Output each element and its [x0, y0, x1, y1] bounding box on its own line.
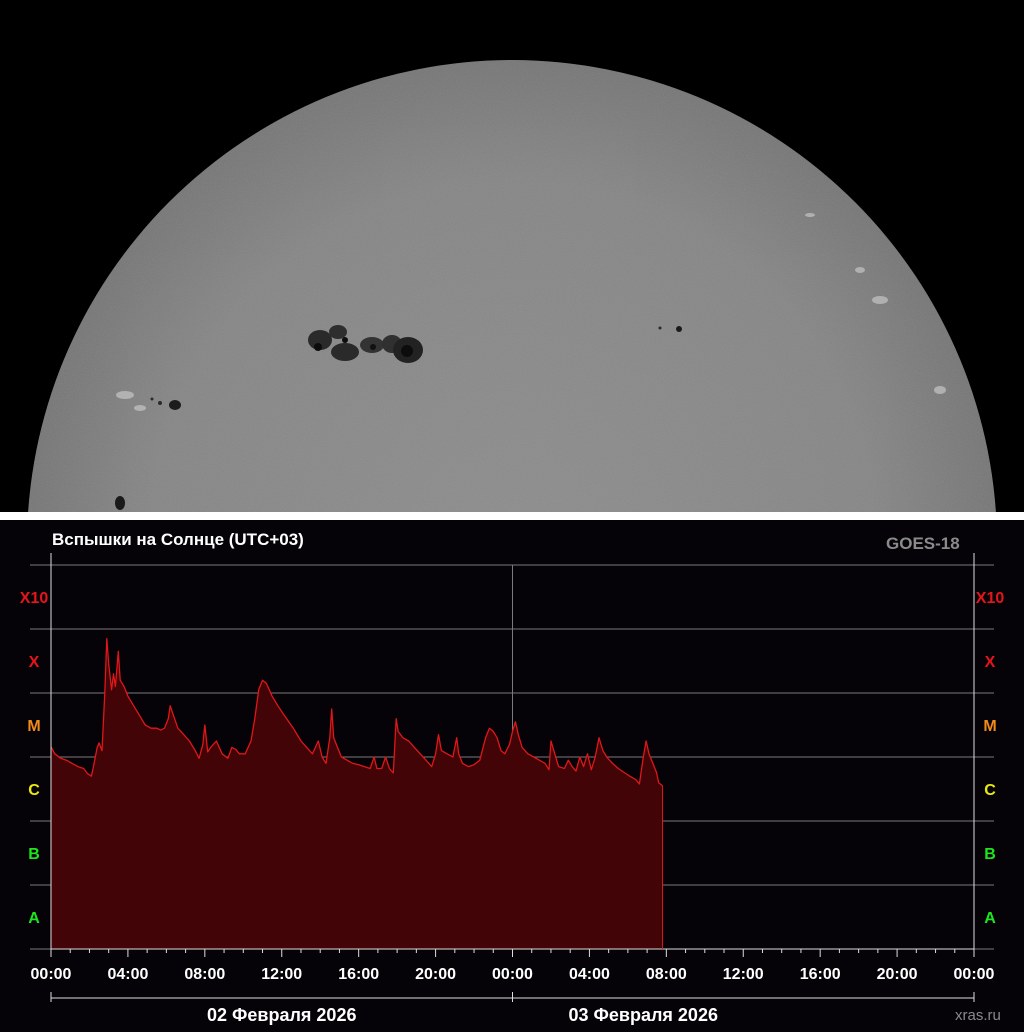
class-label-right: A	[984, 910, 996, 927]
class-label-left: A	[28, 910, 40, 927]
sun-photosphere-image	[27, 60, 997, 512]
class-labels-right: A B C M X X10	[976, 590, 1005, 927]
date-labels: 02 Февраля 2026 03 Февраля 2026	[207, 1005, 718, 1025]
class-label-right: X	[985, 654, 996, 671]
sun-image-panel	[0, 0, 1024, 512]
date-label: 02 Февраля 2026	[207, 1005, 356, 1025]
x-tick-label: 00:00	[31, 966, 72, 983]
panel-divider	[0, 512, 1024, 520]
x-tick-label: 04:00	[107, 966, 148, 983]
class-label-right: X10	[976, 590, 1005, 607]
x-tick-label: 16:00	[800, 966, 841, 983]
class-label-left: X	[29, 654, 40, 671]
x-tick-label: 12:00	[723, 966, 764, 983]
x-tick-label: 20:00	[415, 966, 456, 983]
x-tick-label: 16:00	[338, 966, 379, 983]
x-tick-label: 08:00	[184, 966, 225, 983]
x-tick-label: 00:00	[492, 966, 533, 983]
class-labels-left: A B C M X X10	[20, 590, 49, 927]
chart-title: Вспышки на Солнце (UTC+03)	[52, 530, 304, 549]
x-tick-label: 12:00	[261, 966, 302, 983]
class-label-left: B	[28, 846, 40, 863]
watermark: xras.ru	[955, 1007, 1001, 1024]
x-axis-ticks: 00:00 04:00 08:00 12:00 16:00 20:00 00:00 04:00…	[31, 966, 995, 983]
class-label-left: X10	[20, 590, 49, 607]
satellite-label: GOES-18	[886, 534, 960, 553]
x-tick-label: 04:00	[569, 966, 610, 983]
flux-plot: A B C M X X10 A B C M X X10 00:00 04:00 08:00 12:00 16…	[20, 553, 1005, 1025]
solar-flare-chart: A B C M X X10 A B C M X X10 00:00 04:00 08:00 12:00 16…	[0, 520, 1024, 1032]
x-tick-label: 20:00	[877, 966, 918, 983]
x-tick-label: 00:00	[954, 966, 995, 983]
x-tick-label: 08:00	[646, 966, 687, 983]
class-label-right: M	[983, 718, 996, 735]
date-label: 03 Февраля 2026	[569, 1005, 718, 1025]
class-label-left: C	[28, 782, 40, 799]
class-label-right: C	[984, 782, 996, 799]
class-label-right: B	[984, 846, 996, 863]
class-label-left: M	[27, 718, 40, 735]
flux-area	[51, 638, 663, 949]
